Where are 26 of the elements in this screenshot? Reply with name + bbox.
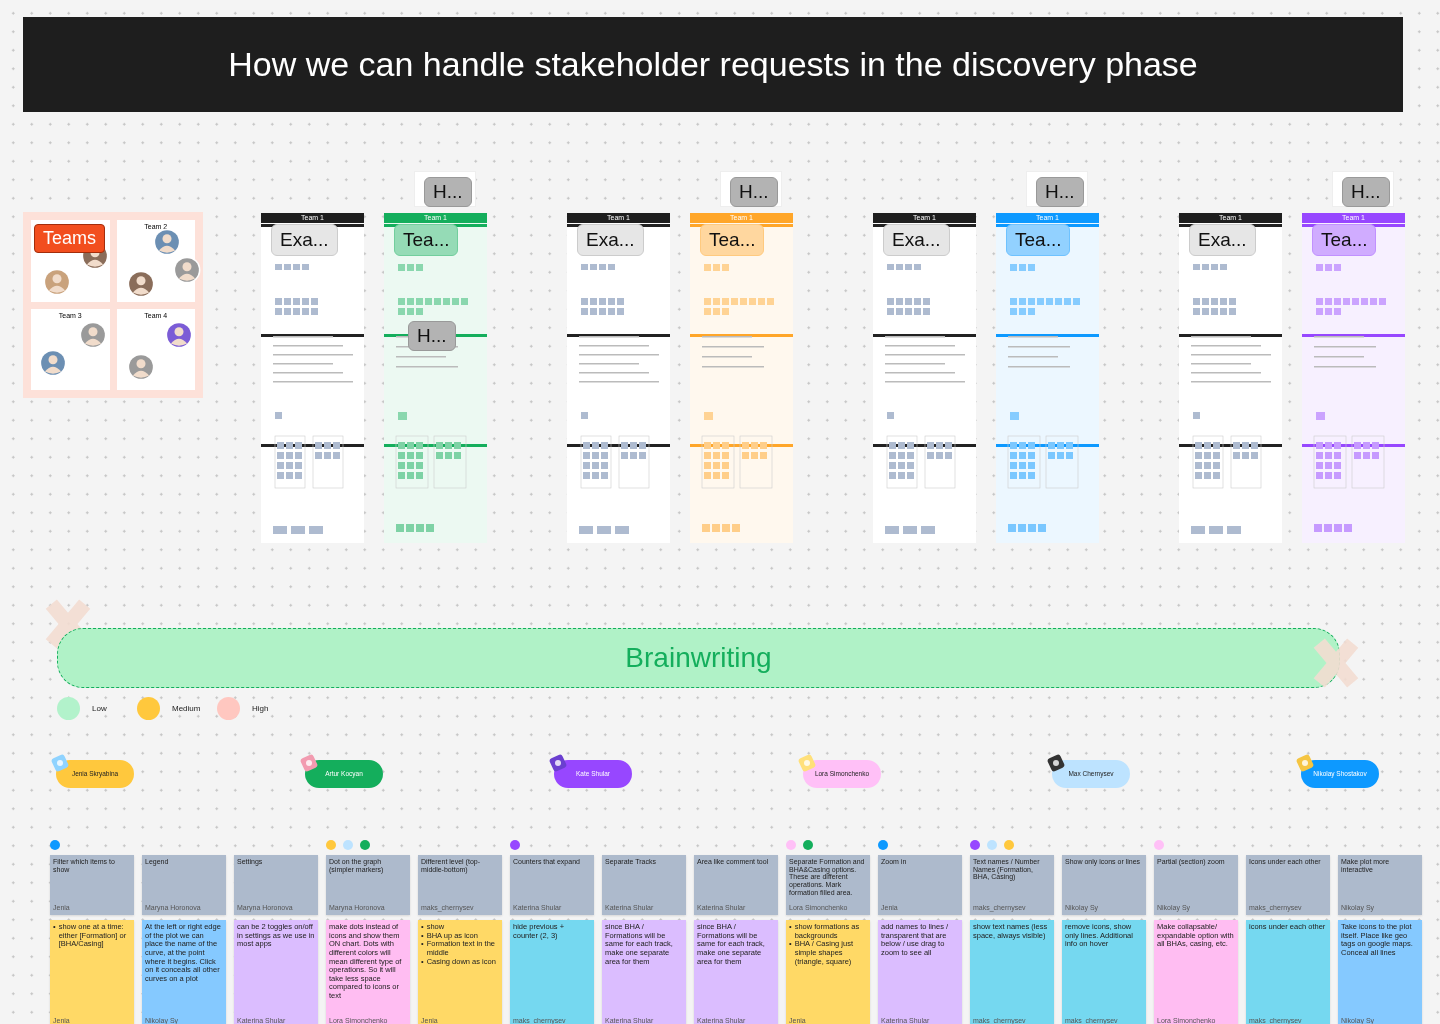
frame-label: Exa... xyxy=(1189,224,1256,256)
avatar-icon xyxy=(126,270,155,298)
board-title: How we can handle stakeholder requests in the discovery phase xyxy=(228,45,1198,84)
avatar-icon xyxy=(39,348,67,377)
frame-label: Tea... xyxy=(700,224,765,256)
template-label: H... xyxy=(730,177,778,207)
frame-label: Exa... xyxy=(577,224,644,256)
frame-label: Tea... xyxy=(1312,224,1377,256)
frame-label: Tea... xyxy=(394,224,459,256)
template-label: H... xyxy=(408,321,456,351)
avatar-icon xyxy=(43,268,71,296)
avatar-icon xyxy=(126,352,155,381)
legend-label: Medium xyxy=(172,704,201,713)
template-label: H... xyxy=(424,177,472,207)
avatar-icon xyxy=(152,228,181,256)
frame-label: Exa... xyxy=(883,224,950,256)
teams-label: Teams xyxy=(34,224,105,253)
template-label: H... xyxy=(1342,177,1390,207)
legend-label: Low xyxy=(92,704,107,713)
avatar-icon xyxy=(79,320,107,349)
avatar-icon xyxy=(164,320,193,349)
legend-label: High xyxy=(252,704,269,713)
frame-label: Tea... xyxy=(1006,224,1071,256)
template-label: H... xyxy=(1036,177,1084,207)
frame-label: Exa... xyxy=(271,224,338,256)
section-title: Brainwriting xyxy=(625,642,772,674)
